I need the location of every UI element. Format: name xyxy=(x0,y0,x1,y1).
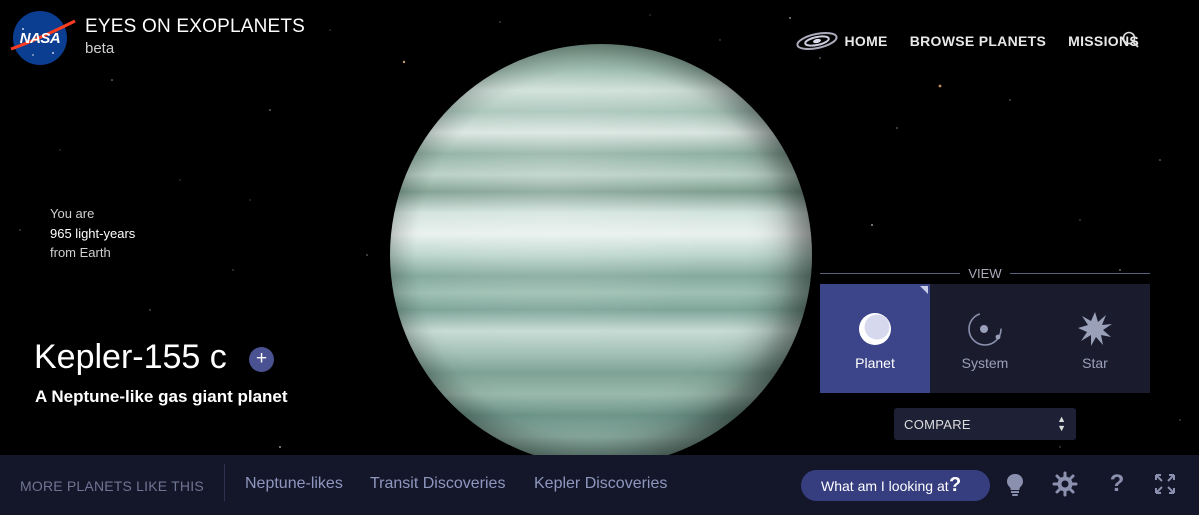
question-icon: ? xyxy=(949,474,962,496)
bottom-bar: MORE PLANETS LIKE THIS Neptune-likes Tra… xyxy=(0,455,1199,515)
search-icon[interactable] xyxy=(1121,30,1141,50)
category-neptune-likes[interactable]: Neptune-likes xyxy=(245,475,343,493)
distance-line1: You are xyxy=(50,206,95,221)
compare-label: COMPARE xyxy=(904,417,971,432)
view-system-button[interactable]: System xyxy=(930,284,1040,393)
gear-icon[interactable] xyxy=(1052,471,1078,497)
distance-line3: from Earth xyxy=(50,245,111,260)
app-title: EYES ON EXOPLANETS xyxy=(85,16,306,37)
bottom-divider xyxy=(224,464,225,501)
view-system-label: System xyxy=(961,355,1009,371)
distance-readout: You are 965 light-years from Earth xyxy=(50,204,135,263)
planet-icon xyxy=(859,313,891,345)
view-planet-button[interactable]: Planet xyxy=(820,284,930,393)
nav-browse-planets[interactable]: BROWSE PLANETS xyxy=(910,33,1046,49)
view-selector: Planet System Star xyxy=(820,284,1150,393)
add-planet-button[interactable]: + xyxy=(249,347,274,372)
view-star-button[interactable]: Star xyxy=(1040,284,1150,393)
compare-dropdown[interactable]: COMPARE ▲ ▼ xyxy=(894,408,1076,440)
view-planet-label: Planet xyxy=(855,355,895,371)
nasa-logo[interactable]: NASA xyxy=(10,11,76,65)
dropdown-arrows-icon: ▲ ▼ xyxy=(1057,414,1066,433)
fullscreen-icon[interactable] xyxy=(1152,471,1178,497)
what-am-i-looking-at-button[interactable]: What am I looking at ? xyxy=(801,470,990,501)
planet-description: A Neptune-like gas giant planet xyxy=(35,387,288,406)
star-icon xyxy=(1078,312,1112,346)
app-subtitle: beta xyxy=(85,40,115,57)
galaxy-icon xyxy=(795,31,838,51)
what-button-label: What am I looking at xyxy=(821,478,949,494)
nav-home-label: HOME xyxy=(844,33,888,49)
distance-value: 965 light-years xyxy=(50,225,136,241)
planet-render[interactable] xyxy=(390,44,812,466)
category-transit-discoveries[interactable]: Transit Discoveries xyxy=(370,475,505,493)
view-header: VIEW xyxy=(820,266,1150,282)
top-nav: HOME BROWSE PLANETS MISSIONS xyxy=(795,30,1140,52)
lightbulb-icon[interactable] xyxy=(1002,471,1028,497)
logo-text: NASA xyxy=(19,29,61,47)
planet-name: Kepler-155 c xyxy=(34,338,227,376)
active-corner-marker xyxy=(920,286,928,294)
view-label: VIEW xyxy=(968,266,1002,281)
nav-home[interactable]: HOME xyxy=(795,30,888,52)
category-kepler-discoveries[interactable]: Kepler Discoveries xyxy=(534,475,667,493)
view-star-label: Star xyxy=(1082,355,1108,371)
more-planets-label: MORE PLANETS LIKE THIS xyxy=(20,478,204,494)
help-icon[interactable]: ? xyxy=(1104,471,1130,497)
system-icon xyxy=(968,312,1002,346)
